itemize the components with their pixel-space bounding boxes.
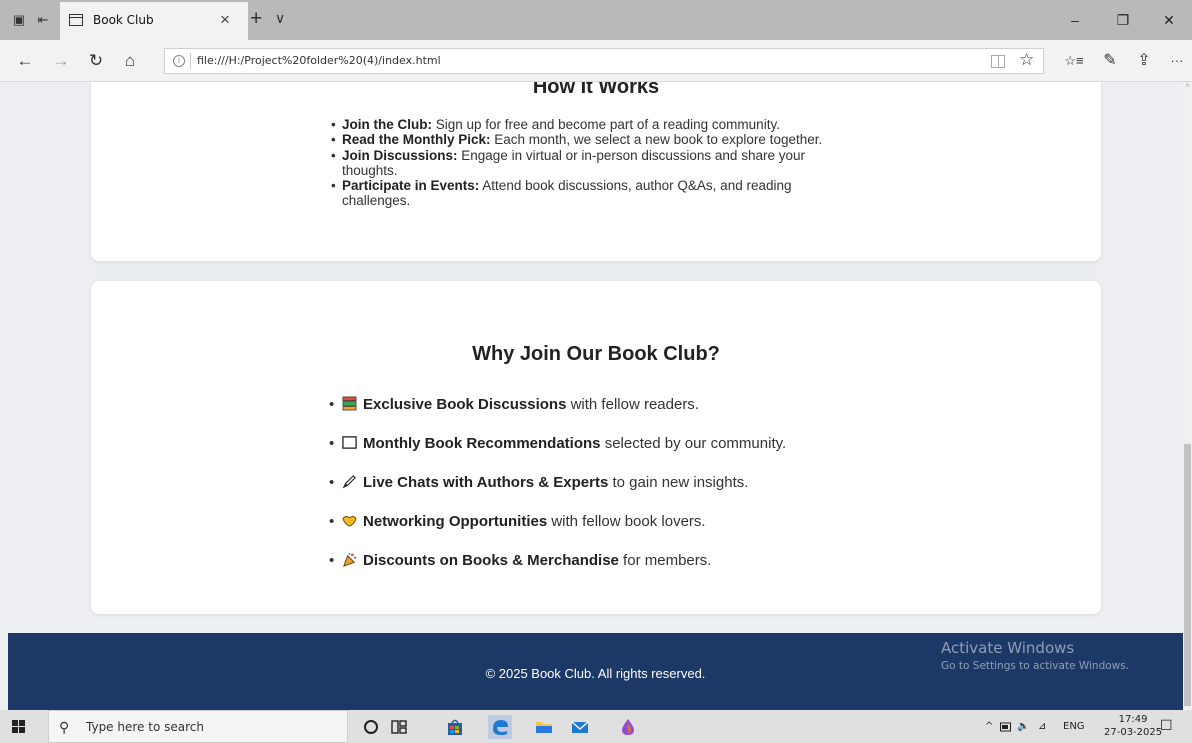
benefits-list: Exclusive Book Discussions with fellow r… <box>329 395 786 590</box>
taskbar-search-box[interactable]: ⚲ Type here to search <box>48 710 348 743</box>
list-item: Participate in Events: Attend book discu… <box>331 178 831 209</box>
activate-windows-watermark: Activate Windows Go to Settings to activ… <box>941 639 1129 672</box>
windows-start-icon[interactable] <box>12 720 25 733</box>
handshake-icon <box>342 516 357 527</box>
book-icon <box>342 436 357 449</box>
list-item: Read the Monthly Pick: Each month, we se… <box>331 132 831 148</box>
tab-title: Book Club <box>93 13 154 27</box>
windows-taskbar: ⚲ Type here to search ^ 🔈 ⊿ ENG 17:49 27 <box>0 710 1192 743</box>
site-footer: © 2025 Book Club. All rights reserved. A… <box>8 633 1183 710</box>
pen-icon <box>342 475 356 489</box>
paint-icon[interactable] <box>619 718 637 736</box>
page-icon <box>69 14 83 26</box>
minimize-button[interactable]: – <box>1052 9 1098 31</box>
share-icon[interactable]: ⇪ <box>1133 50 1155 72</box>
more-icon[interactable]: ··· <box>1166 50 1188 72</box>
clock-date: 27-03-2025 <box>1104 727 1163 738</box>
list-item: Networking Opportunities with fellow boo… <box>329 512 786 551</box>
set-aside-tabs-icon[interactable]: ⇤ <box>35 12 51 28</box>
taskbar-clock[interactable]: 17:49 27-03-2025 <box>1104 713 1162 739</box>
why-join-card: Why Join Our Book Club? Exclusive Book D… <box>91 281 1101 614</box>
restore-button[interactable]: ❐ <box>1100 9 1146 31</box>
browser-tab[interactable]: Book Club × <box>60 2 248 40</box>
file-explorer-icon[interactable] <box>535 718 553 736</box>
battery-icon[interactable] <box>1000 722 1012 732</box>
watermark-subtitle: Go to Settings to activate Windows. <box>941 660 1130 672</box>
favorites-hub-icon[interactable]: ☆≡ <box>1063 50 1085 72</box>
cortana-icon[interactable] <box>362 718 380 736</box>
close-window-button[interactable]: ✕ <box>1146 9 1192 31</box>
address-toolbar: ← → ↻ ⌂ i file:///H:/Project%20folder%20… <box>0 40 1192 82</box>
url-separator <box>190 53 191 69</box>
vertical-scrollbar[interactable]: ^ <box>1183 82 1192 710</box>
scroll-up-arrow-icon[interactable]: ^ <box>1183 84 1192 91</box>
info-icon[interactable]: i <box>173 55 185 67</box>
books-icon <box>342 396 357 411</box>
tray-chevron-icon[interactable]: ^ <box>985 721 993 732</box>
forward-button[interactable]: → <box>50 50 72 72</box>
network-icon[interactable]: ⊿ <box>1038 721 1046 732</box>
new-tab-button[interactable]: + <box>250 7 262 31</box>
notes-pen-icon[interactable]: ✎ <box>1099 50 1121 72</box>
address-field[interactable]: i file:///H:/Project%20folder%20(4)/inde… <box>164 48 1044 74</box>
search-placeholder: Type here to search <box>86 720 204 734</box>
reading-view-icon[interactable] <box>991 55 1005 68</box>
clock-time: 17:49 <box>1118 714 1148 725</box>
star-icon[interactable]: ☆ <box>1019 50 1034 70</box>
title-bar: ▣ ⇤ Book Club × + ∨ – ❐ ✕ <box>0 0 1192 40</box>
why-join-title: Why Join Our Book Club? <box>472 343 720 365</box>
how-it-works-card: How It Works Join the Club: Sign up for … <box>91 82 1101 261</box>
store-icon[interactable] <box>446 718 464 736</box>
tab-close-button[interactable]: × <box>220 10 230 30</box>
edge-icon[interactable] <box>488 715 512 739</box>
tab-actions-icon[interactable]: ▣ <box>11 12 27 28</box>
scroll-thumb[interactable] <box>1184 444 1191 706</box>
how-it-works-list: Join the Club: Sign up for free and beco… <box>331 117 831 209</box>
refresh-button[interactable]: ↻ <box>85 50 107 72</box>
how-it-works-title: How It Works <box>532 82 660 98</box>
list-item: Monthly Book Recommendations selected by… <box>329 434 786 473</box>
list-item: Join Discussions: Engage in virtual or i… <box>331 148 831 179</box>
list-item: Live Chats with Authors & Experts to gai… <box>329 473 786 512</box>
watermark-title: Activate Windows <box>941 639 1075 657</box>
party-popper-icon <box>343 552 357 567</box>
mail-icon[interactable] <box>571 718 589 736</box>
task-view-icon[interactable] <box>390 718 408 736</box>
tab-menu-chevron-icon[interactable]: ∨ <box>275 10 285 27</box>
list-item: Join the Club: Sign up for free and beco… <box>331 117 831 133</box>
volume-icon[interactable]: 🔈 <box>1017 721 1029 732</box>
page-viewport: How It Works Join the Club: Sign up for … <box>0 82 1183 710</box>
list-item: Discounts on Books & Merchandise for mem… <box>329 551 786 590</box>
language-indicator[interactable]: ENG <box>1063 721 1085 732</box>
url-text[interactable]: file:///H:/Project%20folder%20(4)/index.… <box>197 54 441 67</box>
list-item: Exclusive Book Discussions with fellow r… <box>329 395 786 434</box>
back-button[interactable]: ← <box>14 50 36 72</box>
notification-icon[interactable]: ☐ <box>1160 718 1173 734</box>
home-button[interactable]: ⌂ <box>119 50 141 72</box>
search-icon: ⚲ <box>59 719 70 735</box>
